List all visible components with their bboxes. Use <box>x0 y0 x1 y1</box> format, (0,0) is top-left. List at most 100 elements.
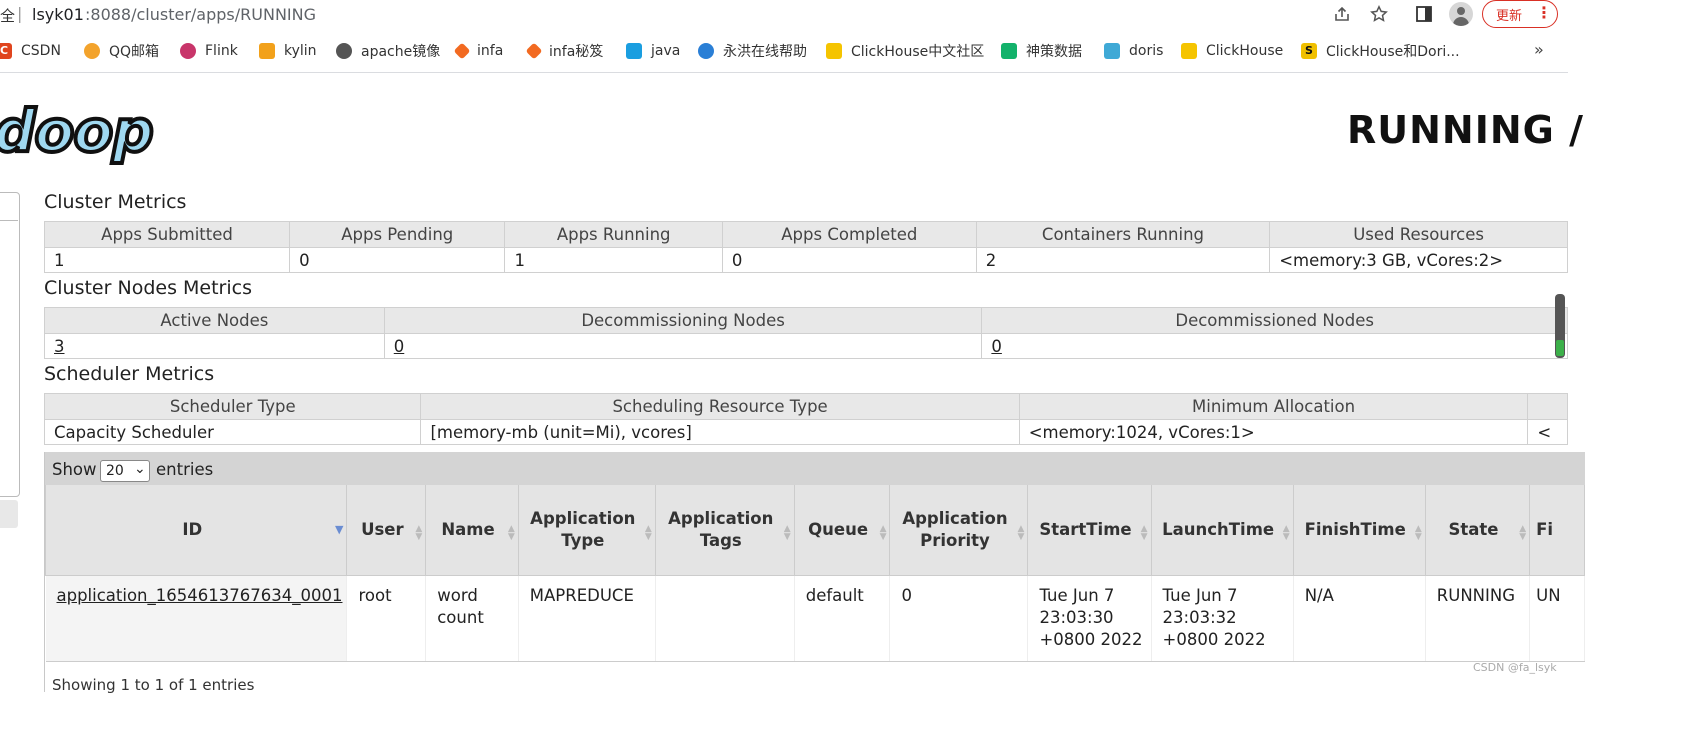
bookmark-csdn[interactable]: C CSDN <box>0 38 61 64</box>
bookmark-apache-mirror[interactable]: apache镜像 <box>336 38 440 64</box>
column-header-queue[interactable]: Queue ▲ ▼ <box>793 485 891 576</box>
column-header-label: State <box>1448 520 1499 539</box>
menu-dots-icon[interactable]: ⋮ <box>1536 3 1552 22</box>
update-button-label: 更新 <box>1496 9 1523 24</box>
bookmarks-bar: C CSDN QQ邮箱 Flink kylin apache镜像 infa inf… <box>0 38 1568 66</box>
csdn-watermark: CSDN @fa_lsyk <box>1473 661 1557 674</box>
chrome-divider <box>0 72 1568 73</box>
app-final-status-cell: UN <box>1529 575 1585 662</box>
share-icon[interactable] <box>1330 2 1354 26</box>
scheduler-type-value: Capacity Scheduler <box>43 419 422 445</box>
app-finishtime-cell: N/A <box>1293 575 1426 662</box>
sort-desc-icon: ▼ <box>335 523 344 536</box>
column-header-application-type[interactable]: Application Type ▲ ▼ <box>517 485 656 576</box>
kylin-icon <box>259 43 275 59</box>
page-size-select[interactable]: 20 ⌄ <box>100 460 150 482</box>
header-maximum-allocation <box>1527 393 1568 420</box>
header-minimum-allocation: Minimum Allocation <box>1018 393 1529 420</box>
cluster-nodes-metrics-title: Cluster Nodes Metrics <box>44 277 252 299</box>
update-button[interactable]: 更新 ⋮ <box>1482 0 1558 28</box>
column-header-label: Queue <box>808 520 869 539</box>
bookmark-clickhouse[interactable]: ClickHouse <box>1181 38 1283 64</box>
nodes-metrics-header-row: Active Nodes Decommissioning Nodes Decom… <box>44 307 1568 334</box>
decommissioning-nodes-link[interactable]: 0 <box>394 337 405 356</box>
sort-icon: ▲ ▼ <box>415 524 423 542</box>
bookmark-star-icon[interactable] <box>1367 2 1391 26</box>
clickhouse-icon <box>826 43 842 59</box>
column-header-application-priority[interactable]: Application Priority ▲ ▼ <box>889 485 1029 576</box>
column-header-label: ID <box>182 520 203 539</box>
sort-icon: ▲ ▼ <box>879 524 887 542</box>
chevron-down-icon: ⌄ <box>134 461 146 477</box>
header-decommissioning-nodes: Decommissioning Nodes <box>383 307 983 334</box>
address-bar[interactable]: 全 | lsyk01 :8088/cluster/apps/RUNNING 更新… <box>0 0 1568 29</box>
side-panel-icon[interactable] <box>1412 2 1436 26</box>
column-header-label: FinishTime <box>1304 520 1406 539</box>
cluster-nodes-metrics-table: Active Nodes Decommissioning Nodes Decom… <box>44 307 1568 359</box>
bookmark-label: java <box>651 43 681 59</box>
minimum-allocation-value: <memory:1024, vCores:1> <box>1018 419 1529 445</box>
left-nav-divider <box>0 220 18 221</box>
bookmark-infa[interactable]: infa <box>453 38 503 64</box>
column-header-user[interactable]: User ▲ ▼ <box>346 485 427 576</box>
url-path[interactable]: :8088/cluster/apps/RUNNING <box>85 5 316 24</box>
applications-panel: Show 20 ⌄ entries ID ▼ User ▲ ▼ Name ▲ ▼ Appl… <box>44 452 1585 692</box>
app-id-link[interactable]: application_1654613767634_0001 <box>57 586 343 605</box>
sort-icon: ▲ ▼ <box>783 524 791 542</box>
bookmark-label: CSDN <box>21 43 61 59</box>
sogou-icon: S <box>1301 43 1317 59</box>
yonghong-icon <box>698 43 714 59</box>
column-header-final-status[interactable]: Fi <box>1529 485 1585 576</box>
bookmark-clickhouse-community[interactable]: ClickHouse中文社区 <box>826 38 984 64</box>
bookmark-doris[interactable]: doris <box>1104 38 1163 64</box>
active-nodes-link[interactable]: 3 <box>54 337 65 356</box>
left-nav-tab[interactable] <box>0 500 18 528</box>
app-state-cell: RUNNING <box>1425 575 1531 662</box>
column-header-finishtime[interactable]: FinishTime ▲ ▼ <box>1292 485 1426 576</box>
scheduler-metrics-table: Scheduler Type Scheduling Resource Type … <box>43 393 1568 445</box>
hadoop-logo: doop <box>0 97 156 165</box>
scheduling-resource-type-value: [memory-mb (unit=Mi), vcores] <box>420 419 1020 445</box>
decommissioning-nodes-cell: 0 <box>383 333 983 359</box>
url-host[interactable]: lsyk01 <box>32 5 84 24</box>
csdn-icon: C <box>0 43 12 59</box>
app-priority-cell: 0 <box>889 575 1029 662</box>
maximum-allocation-value: < <box>1527 419 1568 445</box>
entries-label: entries <box>156 460 214 479</box>
header-scheduling-resource-type: Scheduling Resource Type <box>420 393 1020 420</box>
column-header-application-tags[interactable]: Application Tags ▲ ▼ <box>654 485 795 576</box>
bookmark-yonghong-help[interactable]: 永洪在线帮助 <box>698 38 807 64</box>
profile-avatar-icon[interactable] <box>1449 2 1473 26</box>
column-header-launchtime[interactable]: LaunchTime ▲ ▼ <box>1150 485 1294 576</box>
bookmark-label: apache镜像 <box>361 44 441 60</box>
bookmark-flink[interactable]: Flink <box>180 38 238 64</box>
scheduler-metrics-value-row: Capacity Scheduler [memory-mb (unit=Mi),… <box>43 419 1568 445</box>
column-header-starttime[interactable]: StartTime ▲ ▼ <box>1027 485 1152 576</box>
bookmark-clickhouse-doris[interactable]: S ClickHouse和Dori... <box>1301 38 1460 64</box>
bilibili-icon <box>626 43 642 59</box>
address-prefix: 全 <box>0 7 16 25</box>
clickhouse-icon <box>1181 43 1197 59</box>
infa-icon <box>453 42 471 60</box>
column-header-name[interactable]: Name ▲ ▼ <box>425 485 519 576</box>
decommissioned-nodes-link[interactable]: 0 <box>991 337 1002 356</box>
bookmark-kylin[interactable]: kylin <box>259 38 317 64</box>
cluster-metrics-title: Cluster Metrics <box>44 191 187 213</box>
app-starttime-cell: Tue Jun 7 23:03:30 +0800 2022 <box>1027 575 1152 662</box>
column-header-id[interactable]: ID ▼ <box>44 485 348 576</box>
column-header-label: Name <box>441 520 495 539</box>
header-apps-completed: Apps Completed <box>721 221 977 248</box>
infa-icon <box>525 42 543 60</box>
app-id-cell: application_1654613767634_0001 <box>45 575 348 662</box>
bookmark-infa-guide[interactable]: infa秘笈 <box>525 38 603 64</box>
page-size-value: 20 <box>106 463 124 479</box>
column-header-state[interactable]: State ▲ ▼ <box>1424 485 1531 576</box>
bookmarks-more-chevron-icon[interactable]: » <box>1534 40 1544 59</box>
bookmark-java[interactable]: java <box>626 38 680 64</box>
apps-running-value: 1 <box>504 247 723 273</box>
header-containers-running: Containers Running <box>975 221 1271 248</box>
bookmark-sensors-data[interactable]: 神策数据 <box>1001 38 1082 64</box>
sort-icon: ▲ ▼ <box>1017 524 1025 542</box>
bookmark-qq-mail[interactable]: QQ邮箱 <box>84 38 159 64</box>
bookmark-label: doris <box>1129 43 1164 59</box>
